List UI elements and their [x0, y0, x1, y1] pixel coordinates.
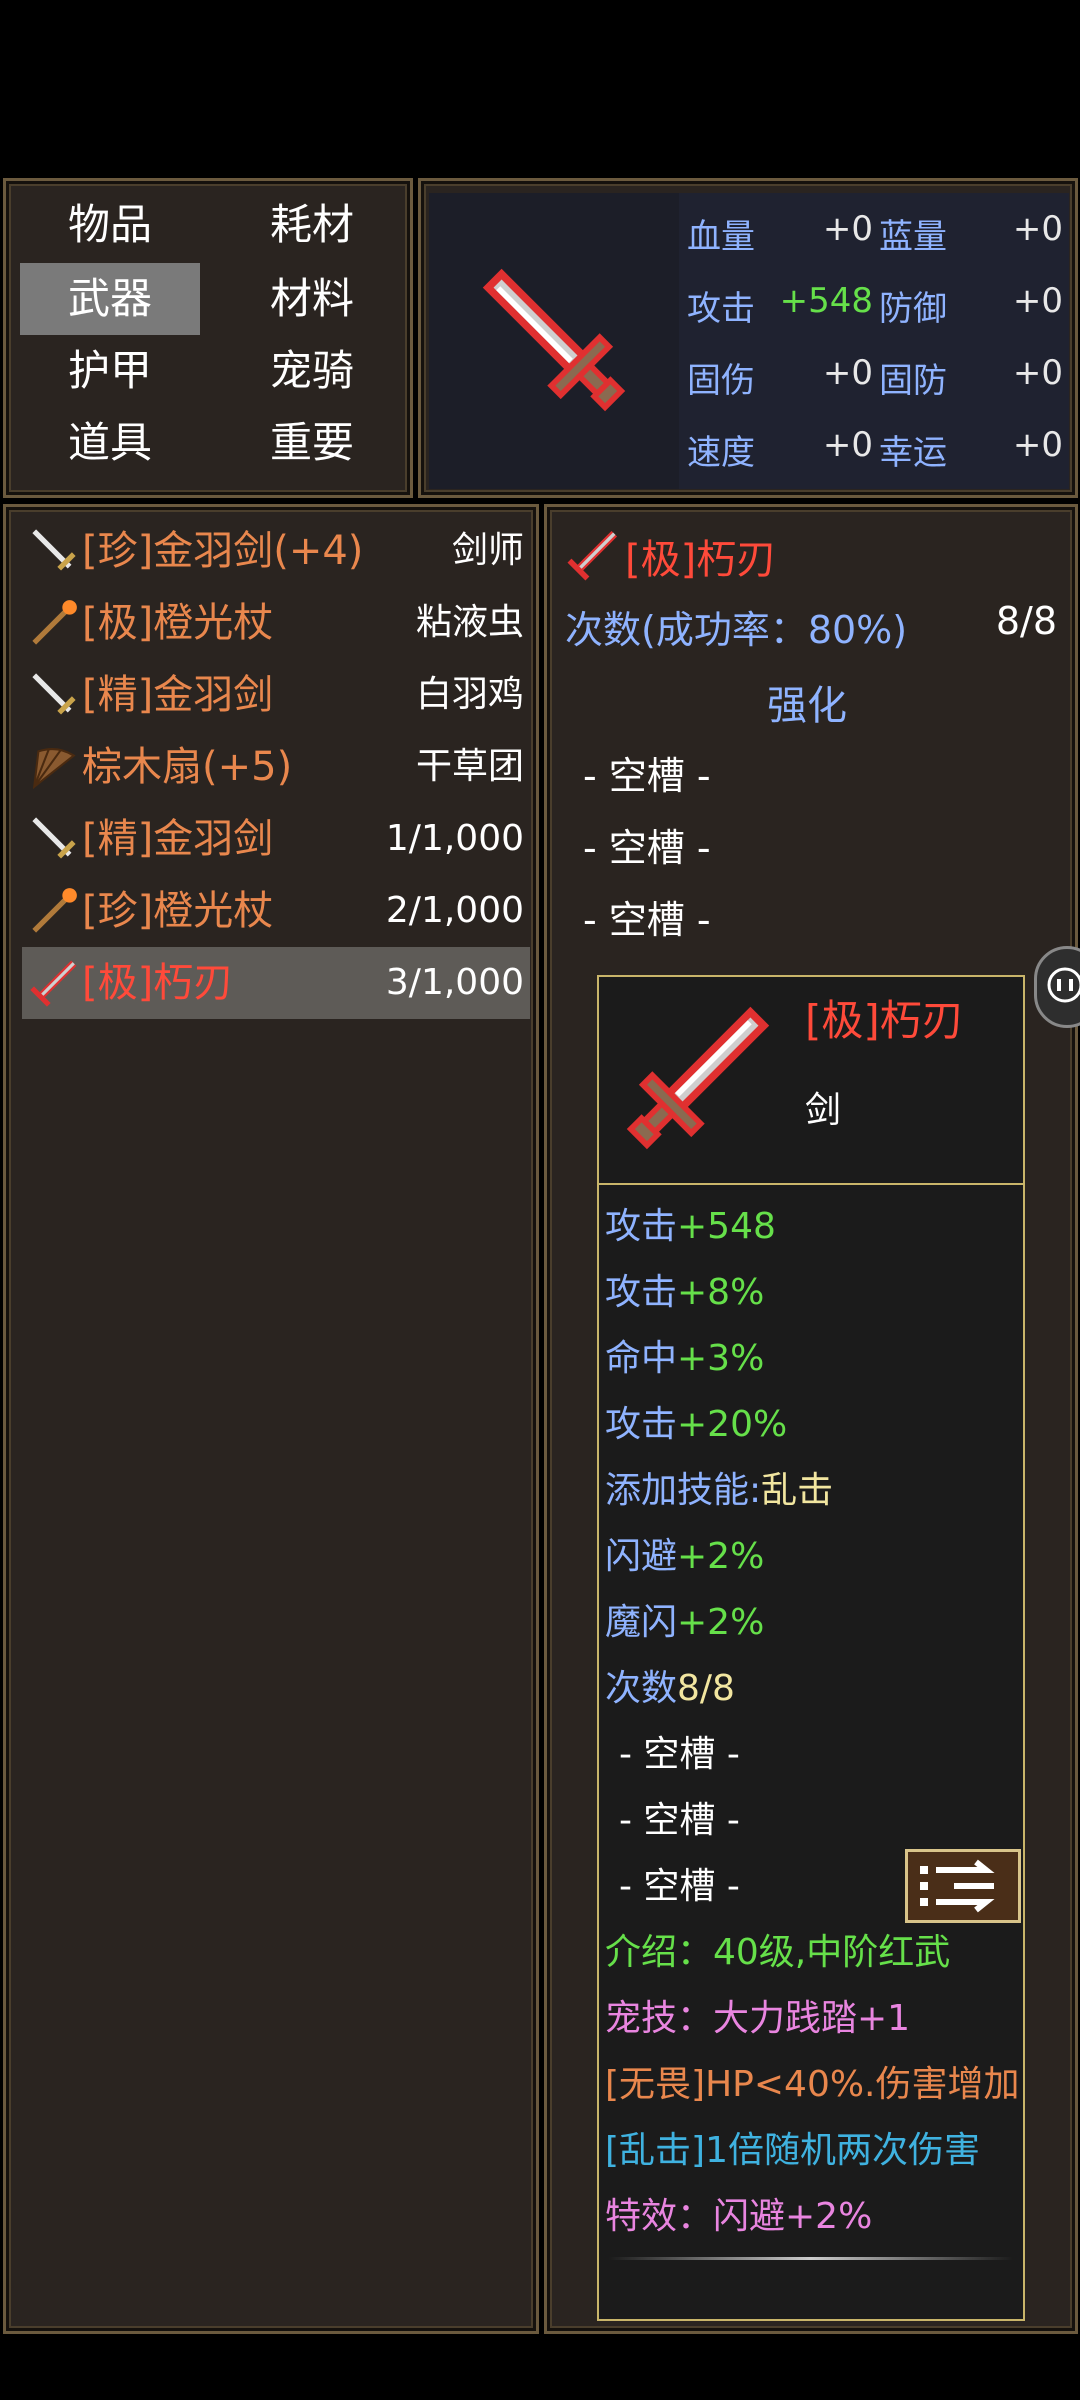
tooltip-header: [极]朽刃 剑	[599, 977, 1023, 1185]
item-owner: 干草团	[415, 746, 524, 787]
stat-attack-value: +548	[779, 281, 873, 321]
item-owner: 剑师	[451, 530, 524, 571]
weapon-preview-frame	[429, 193, 679, 489]
chat-bubble-icon	[1047, 967, 1080, 1003]
tooltip-slot: - 空槽 -	[619, 1734, 740, 1775]
inventory-row[interactable]: [精]金羽剑 白羽鸡	[22, 659, 530, 731]
category-tools[interactable]: 道具	[20, 407, 200, 479]
detail-panel: [极]朽刃 次数(成功率：80%) 8/8 强化 - 空槽 - - 空槽 - -…	[544, 504, 1078, 2334]
uses-value: 8/8	[995, 599, 1057, 643]
tooltip-line: 次数8/8	[605, 1668, 735, 1709]
inventory-row[interactable]: [极]橙光杖 粘液虫	[22, 587, 530, 659]
item-owner: 白羽鸡	[415, 674, 524, 715]
item-name: [珍]金羽剑(+4)	[82, 528, 364, 574]
stat-hp-value: +0	[822, 209, 873, 249]
staff-icon	[32, 600, 77, 645]
stat-mp-value: +0	[1012, 209, 1063, 249]
category-panel: 物品 耗材 武器 材料 护甲 宠骑 道具 重要	[3, 178, 413, 498]
swap-button[interactable]	[905, 1849, 1021, 1923]
swap-icon	[920, 1859, 995, 1913]
stat-fixed-damage-value: +0	[822, 353, 873, 393]
item-name: [精]金羽剑	[82, 672, 274, 718]
inventory-row[interactable]: [珍]橙光杖 2/1,000	[22, 875, 530, 947]
gem-slot[interactable]: - 空槽 -	[583, 817, 711, 872]
stat-speed-value: +0	[822, 425, 873, 465]
item-owner: 粘液虫	[415, 602, 524, 643]
tooltip-item-name: [极]朽刃	[805, 996, 964, 1045]
stat-defense-label: 防御	[879, 289, 947, 329]
inventory-row[interactable]: [精]金羽剑 1/1,000	[22, 803, 530, 875]
tooltip-pet-skill: 宠技：大力践踏+1	[605, 1998, 911, 2039]
tooltip-effect: 特效：闪避+2%	[605, 2196, 873, 2237]
category-items[interactable]: 物品	[20, 189, 200, 261]
item-name: [极]朽刃	[82, 960, 234, 1006]
stat-luck-value: +0	[1012, 425, 1063, 465]
item-count: 1/1,000	[385, 818, 524, 859]
category-weapons[interactable]: 武器	[20, 263, 200, 335]
tooltip-line: 添加技能:乱击	[605, 1470, 834, 1511]
category-consumables[interactable]: 耗材	[222, 189, 402, 261]
gem-slot[interactable]: - 空槽 -	[583, 745, 711, 800]
weapon-large-icon	[626, 1006, 770, 1150]
red-blade-icon	[567, 530, 618, 581]
inventory-row[interactable]: [珍]金羽剑(+4) 剑师	[22, 515, 530, 587]
tooltip-line: 攻击+548	[605, 1206, 776, 1247]
tooltip-line: 闪避+2%	[605, 1536, 765, 1577]
stat-mp-label: 蓝量	[879, 217, 947, 257]
stat-hp-label: 血量	[687, 217, 755, 257]
item-count: 2/1,000	[385, 890, 524, 931]
tooltip-line: 魔闪+2%	[605, 1602, 765, 1643]
stat-fixed-defense-value: +0	[1012, 353, 1063, 393]
tooltip-slot: - 空槽 -	[619, 1866, 740, 1907]
stat-luck-label: 幸运	[879, 433, 947, 473]
tooltip-line: 攻击+20%	[605, 1404, 788, 1445]
category-important[interactable]: 重要	[222, 407, 402, 479]
item-name: [精]金羽剑	[82, 816, 274, 862]
tooltip-line: 攻击+8%	[605, 1272, 765, 1313]
gem-slot[interactable]: - 空槽 -	[583, 889, 711, 944]
category-materials[interactable]: 材料	[222, 263, 402, 335]
stat-fixed-defense-label: 固防	[879, 361, 947, 401]
tooltip-intro: 介绍：40级,中阶红武	[605, 1932, 951, 1973]
sword-icon	[32, 529, 76, 571]
stat-defense-value: +0	[1012, 281, 1063, 321]
tooltip-line: 命中+3%	[605, 1338, 765, 1379]
tooltip-slot: - 空槽 -	[619, 1800, 740, 1841]
category-armor[interactable]: 护甲	[20, 335, 200, 407]
tooltip-divider	[609, 2257, 1013, 2260]
red-blade-icon	[30, 960, 77, 1007]
sword-icon	[32, 817, 76, 859]
item-name: [极]橙光杖	[82, 600, 274, 646]
staff-icon	[32, 888, 77, 933]
selected-item-name: [极]朽刃	[625, 537, 777, 583]
sword-icon	[32, 673, 76, 715]
stat-fixed-damage-label: 固伤	[687, 361, 755, 401]
item-name: [珍]橙光杖	[82, 888, 274, 934]
tooltip-fearless: [无畏]HP<40%.伤害增加	[605, 2064, 1020, 2105]
category-pets[interactable]: 宠骑	[222, 335, 402, 407]
tooltip-item-type: 剑	[805, 1090, 842, 1131]
enhance-button[interactable]: 强化	[767, 673, 847, 731]
item-count: 3/1,000	[385, 962, 524, 1003]
weapon-preview-icon	[482, 268, 626, 412]
inventory-row-selected[interactable]: [极]朽刃 3/1,000	[22, 947, 530, 1019]
inventory-row[interactable]: 棕木扇(+5) 干草团	[22, 731, 530, 803]
tooltip-chaos: [乱击]1倍随机两次伤害	[605, 2130, 980, 2171]
stats-panel: 血量 +0 蓝量 +0 攻击 +548 防御 +0 固伤 +0 固防 +0 速度…	[418, 178, 1078, 498]
stat-attack-label: 攻击	[687, 289, 755, 329]
fan-icon	[32, 748, 76, 790]
stat-speed-label: 速度	[687, 433, 755, 473]
item-tooltip: [极]朽刃 剑 攻击+548 攻击+8% 命中+3% 攻击+20% 添加技能:乱…	[597, 975, 1025, 2321]
uses-label: 次数(成功率：80%)	[565, 608, 908, 652]
floating-assistant-button[interactable]	[1034, 946, 1080, 1028]
inventory-panel: [珍]金羽剑(+4) 剑师 [极]橙光杖 粘液虫 [精]金羽剑 白羽鸡 棕木扇(…	[3, 504, 539, 2334]
item-name: 棕木扇(+5)	[82, 744, 293, 790]
